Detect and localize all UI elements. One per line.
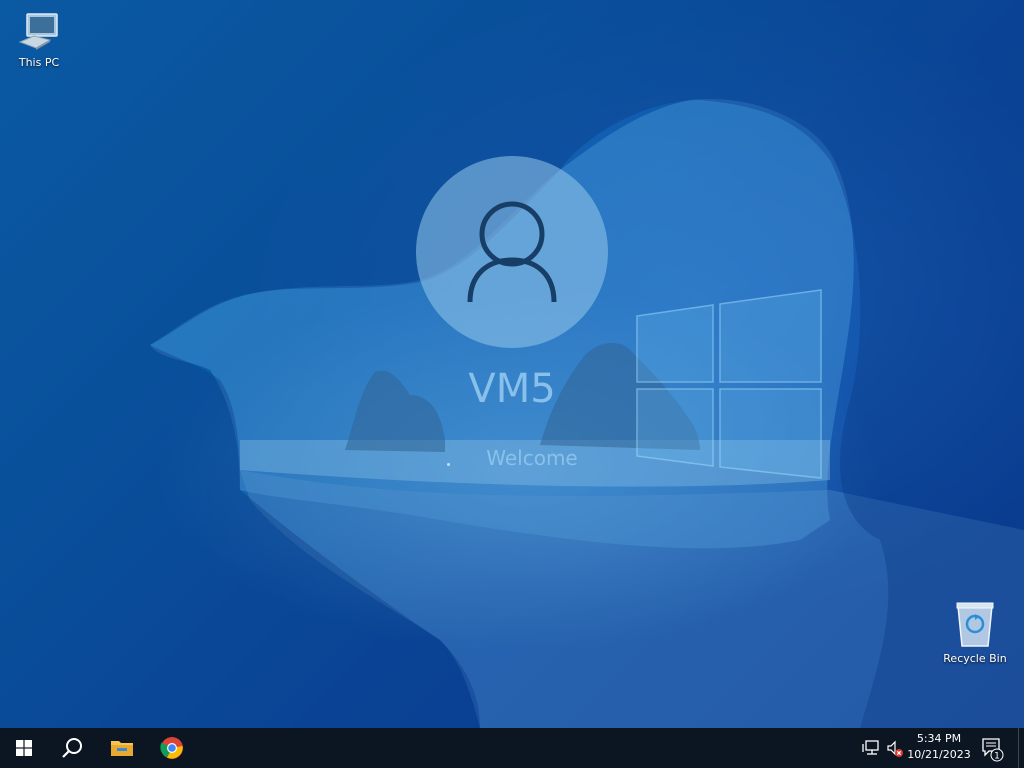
taskbar-file-explorer[interactable] [98,728,146,768]
desktop-icon-label: This PC [18,56,60,69]
start-button[interactable] [0,728,48,768]
search-icon [62,738,82,758]
network-icon[interactable] [862,740,880,756]
chrome-icon [160,737,183,759]
search-button[interactable] [48,728,96,768]
show-desktop-button[interactable] [1018,728,1024,768]
login-username: VM5 [468,366,556,412]
taskbar-clock[interactable]: 5:34 PM 10/21/2023 [904,731,974,763]
recycle-bin-icon [956,602,994,647]
login-status-text: Welcome [486,446,578,470]
desktop[interactable]: This PC Recycle Bin VM5 Welcome [0,0,1024,728]
folder-icon [111,741,133,756]
clock-date: 10/21/2023 [907,748,971,761]
taskbar-chrome[interactable] [148,728,196,768]
action-center-button[interactable]: 1 [980,736,1004,762]
computer-icon [18,13,58,50]
desktop-icon-this-pc[interactable]: This PC [1,8,77,69]
user-avatar [416,156,608,348]
clock-time: 5:34 PM [916,732,962,745]
desktop-icon-recycle-bin[interactable]: Recycle Bin [937,600,1013,665]
wallpaper [0,0,1024,728]
loading-spinner [447,463,450,466]
volume-muted-icon[interactable] [886,740,904,758]
desktop-icon-label: Recycle Bin [943,652,1007,665]
notification-count: 1 [994,752,1000,762]
notification-icon: 1 [982,738,1004,762]
user-icon [467,201,557,303]
windows-logo-icon [16,740,32,756]
